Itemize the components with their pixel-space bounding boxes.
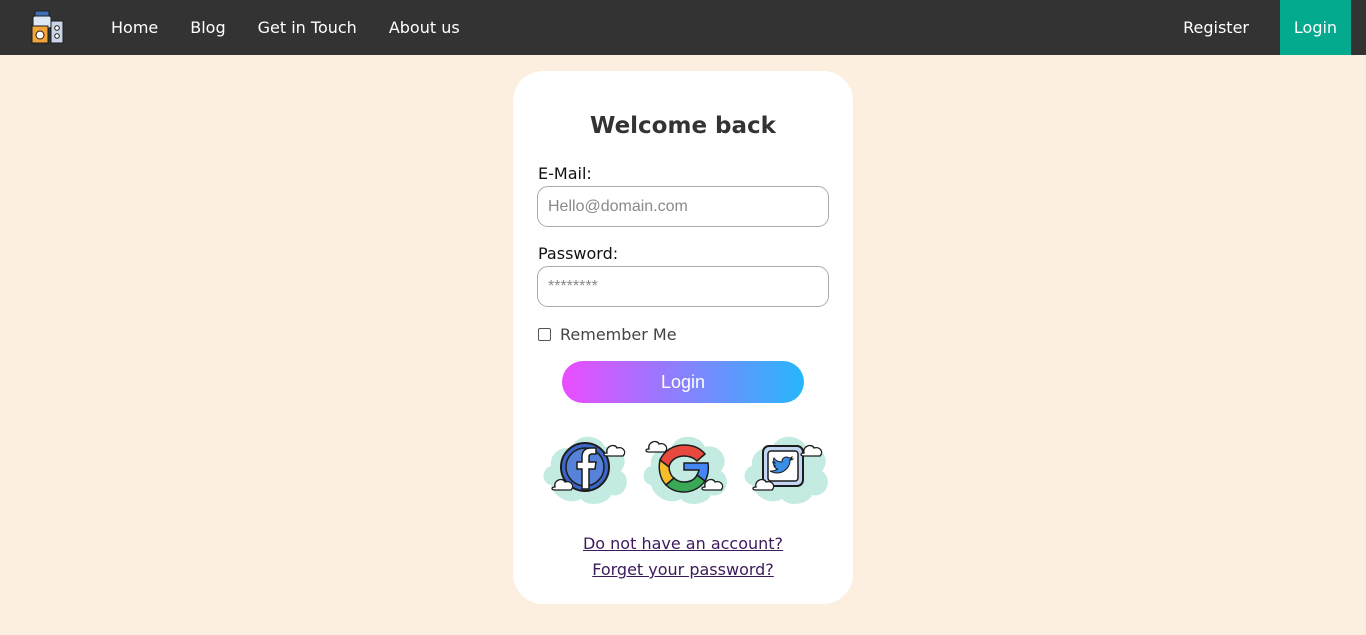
remember-me-label[interactable]: Remember Me xyxy=(560,325,677,344)
nav-home-link[interactable]: Home xyxy=(95,0,174,55)
remember-me-row: Remember Me xyxy=(538,325,677,344)
logo-icon[interactable] xyxy=(30,9,66,45)
nav-links: Home Blog Get in Touch About us xyxy=(95,0,476,55)
nav-blog-link[interactable]: Blog xyxy=(174,0,241,55)
remember-me-checkbox[interactable] xyxy=(538,328,551,341)
top-navbar: Home Blog Get in Touch About us Register… xyxy=(0,0,1366,55)
login-card: Welcome back E-Mail: Password: Remember … xyxy=(513,71,853,604)
password-label: Password: xyxy=(538,244,619,263)
nav-get-in-touch-link[interactable]: Get in Touch xyxy=(242,0,373,55)
login-submit-button[interactable]: Login xyxy=(562,361,804,403)
twitter-icon[interactable] xyxy=(742,429,830,505)
nav-about-us-link[interactable]: About us xyxy=(373,0,476,55)
nav-register-link[interactable]: Register xyxy=(1152,0,1280,55)
forgot-password-link[interactable]: Forget your password? xyxy=(513,560,853,579)
email-label: E-Mail: xyxy=(538,164,592,183)
page-title: Welcome back xyxy=(590,113,776,139)
nav-login-button[interactable]: Login xyxy=(1280,0,1351,55)
password-field[interactable] xyxy=(537,266,829,307)
no-account-link[interactable]: Do not have an account? xyxy=(513,534,853,553)
google-icon[interactable] xyxy=(641,429,729,505)
email-field[interactable] xyxy=(537,186,829,227)
facebook-icon[interactable] xyxy=(541,429,629,505)
nav-auth: Register Login xyxy=(1152,0,1351,55)
